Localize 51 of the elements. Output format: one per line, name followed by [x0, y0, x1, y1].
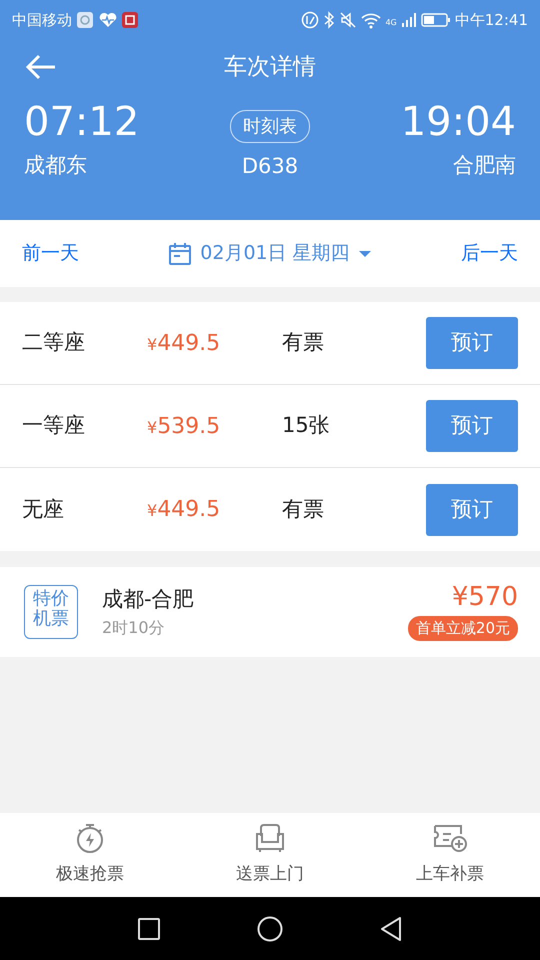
ticket-add-icon	[433, 822, 467, 854]
previous-day-link[interactable]: 前一天	[22, 239, 79, 268]
arrival-time: 19:04	[400, 102, 516, 142]
dropdown-caret-icon	[358, 250, 372, 258]
book-button[interactable]: 预订	[426, 400, 518, 452]
app-icon	[76, 11, 94, 29]
book-button[interactable]: 预订	[426, 484, 518, 536]
arrival-station: 合肥南	[453, 152, 516, 179]
app-icon	[122, 12, 138, 28]
book-button[interactable]: 预订	[426, 317, 518, 369]
nav-tab[interactable]: 送票上门	[180, 813, 360, 897]
nav-tab[interactable]: 极速抢票	[0, 813, 180, 897]
back-button[interactable]	[379, 916, 403, 942]
battery-icon	[420, 12, 451, 28]
heart-icon	[98, 11, 118, 29]
carrier-name: 中国移动	[12, 10, 72, 31]
next-day-link[interactable]: 后一天	[461, 239, 518, 268]
train-number: D638	[242, 153, 298, 180]
flight-duration: 2时10分	[102, 616, 166, 639]
wifi-icon	[361, 11, 382, 29]
flight-route: 成都-合肥	[102, 586, 194, 614]
mute-icon	[339, 11, 358, 29]
sofa-icon	[254, 822, 286, 854]
departure-station: 成都东	[24, 152, 88, 179]
timetable-button[interactable]: 时刻表	[230, 110, 310, 143]
calendar-icon	[168, 242, 192, 266]
promo-tag: 首单立减20元	[408, 616, 518, 641]
seat-class: 一等座	[22, 412, 86, 440]
bluetooth-icon	[323, 11, 336, 29]
page-title: 车次详情	[224, 52, 316, 82]
discount-flight-badge: 特价机票	[24, 585, 78, 639]
date-picker[interactable]: 02月01日 星期四	[168, 239, 372, 268]
signal-icon	[400, 12, 417, 28]
departure-time: 07:12	[24, 102, 140, 142]
ticket-availability: 有票	[282, 329, 324, 356]
seat-price: ¥449.5	[147, 330, 220, 356]
status-time: 中午12:41	[454, 10, 528, 31]
back-arrow-icon	[24, 53, 58, 81]
nav-tab[interactable]: 上车补票	[360, 813, 540, 897]
data-saver-icon	[301, 11, 320, 29]
stopwatch-icon	[75, 822, 105, 854]
recents-button[interactable]	[137, 916, 161, 940]
ticket-availability: 有票	[282, 496, 324, 523]
flight-price: ¥570	[452, 583, 518, 612]
home-button[interactable]	[257, 916, 283, 942]
seat-price: ¥449.5	[147, 497, 220, 522]
seat-class: 二等座	[22, 329, 86, 356]
network-label: 4G	[385, 16, 397, 29]
ticket-availability: 15张	[282, 412, 330, 440]
seat-class: 无座	[22, 496, 65, 523]
seat-price: ¥539.5	[147, 414, 220, 438]
